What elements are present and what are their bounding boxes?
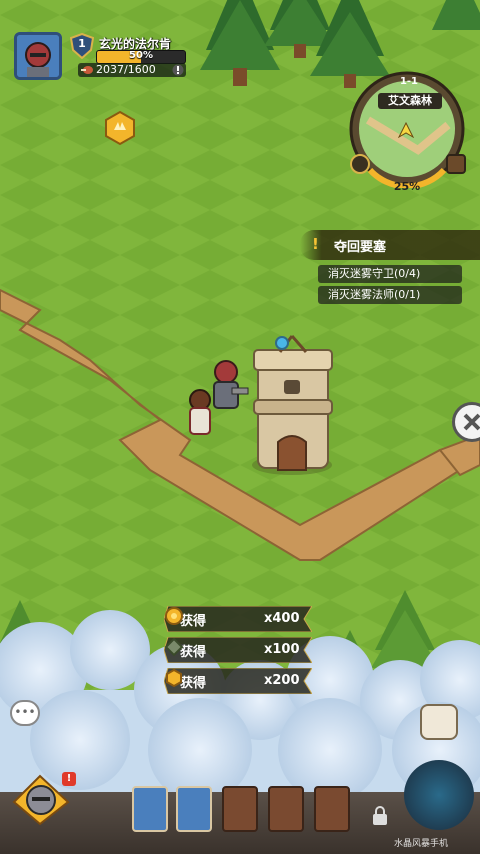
lock-icon <box>372 806 388 826</box>
stamina-value: 2037/1600 <box>96 63 156 76</box>
knight-portrait-icon <box>17 35 59 77</box>
reward-amount: x400 <box>264 611 300 626</box>
reward-amount: x200 <box>264 673 300 688</box>
info-icon[interactable] <box>172 64 184 76</box>
player-avatar[interactable] <box>14 32 62 80</box>
exclamation-icon: ! <box>312 235 319 253</box>
stage-number: 1-1 <box>399 76 419 87</box>
chat-icon[interactable]: ••• <box>10 700 40 726</box>
crown-medal-icon <box>105 110 135 146</box>
close-icon <box>463 413 480 431</box>
area-name: 艾文森林 <box>378 93 442 109</box>
stamina-bar[interactable]: 2037/1600 <box>78 63 186 77</box>
bag-icon[interactable] <box>420 704 458 740</box>
xp-percent: 50% <box>129 50 153 61</box>
watermark-text: 水晶风暴手机 <box>394 839 449 849</box>
reward-row: 获得 x100 <box>164 637 312 663</box>
team-slot-empty[interactable] <box>314 786 350 832</box>
quest-title: 夺回要塞 <box>334 240 387 255</box>
hero-archer-sprite <box>189 389 211 435</box>
tower-building <box>252 335 333 475</box>
quest-panel-title[interactable]: ! 夺回要塞 <box>300 230 480 260</box>
level-badge: 1 <box>69 32 95 60</box>
quest-item[interactable]: 消灭迷雾法师(0/1) <box>318 286 462 304</box>
team-slot-empty[interactable] <box>268 786 304 832</box>
crown-medal-icon <box>166 668 182 688</box>
hero-menu-button[interactable]: ! <box>10 772 76 828</box>
team-slot-knight[interactable] <box>132 786 168 832</box>
map-progress: 25% <box>393 180 421 193</box>
reward-row: 获得 x400 <box>164 606 312 632</box>
player-level: 1 <box>78 37 86 50</box>
quest-item[interactable]: 消灭迷雾守卫(0/4) <box>318 265 462 283</box>
reward-row: 获得 x200 <box>164 668 312 694</box>
player-marker-icon <box>397 121 415 139</box>
alert-badge-icon: ! <box>62 772 76 786</box>
reward-amount: x100 <box>264 642 300 657</box>
team-slot-archer[interactable] <box>176 786 212 832</box>
boss-portrait[interactable] <box>404 760 474 830</box>
gem-icon <box>164 637 184 657</box>
gold-coin-icon <box>165 607 183 625</box>
chest-icon[interactable] <box>446 154 466 174</box>
meat-icon <box>81 66 93 74</box>
collapse-button[interactable] <box>452 402 480 442</box>
compass-icon[interactable] <box>350 154 370 174</box>
xp-bar: 50% <box>96 50 186 64</box>
team-slot-empty[interactable] <box>222 786 258 832</box>
